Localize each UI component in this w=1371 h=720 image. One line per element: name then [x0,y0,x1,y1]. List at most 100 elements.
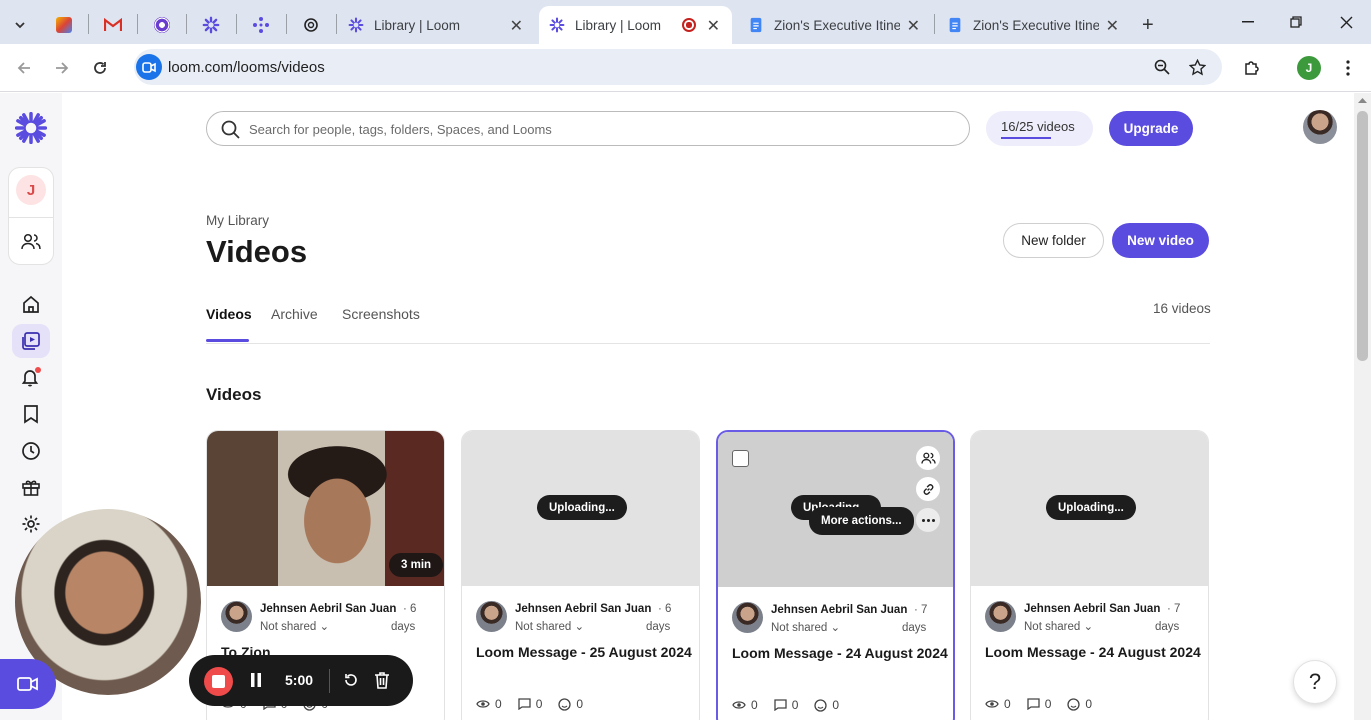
sharing-status[interactable]: Not shared ⌄ [771,620,840,634]
video-card[interactable]: Uploading... Jehnsen Aebril San Juan · 7… [970,430,1209,720]
restore-button[interactable] [1284,8,1308,36]
video-quota-badge[interactable]: 16/25 videos [986,111,1093,146]
tab-title: Library | Loom [374,17,461,33]
user-avatar[interactable] [1303,110,1337,144]
profile-initial: J [1305,61,1313,75]
close-window-button[interactable] [1334,8,1358,36]
tab-zion-itinerary-1[interactable]: Zion's Executive Itiner ✕ [738,6,932,44]
pinned-tab-1[interactable] [48,6,80,44]
close-tab-icon[interactable]: ✕ [907,16,920,36]
tab-videos[interactable]: Videos [206,306,252,322]
uploading-text: Uploading... [549,501,615,514]
tab-zion-itinerary-2[interactable]: Zion's Executive Itiner ✕ [937,6,1131,44]
close-tab-icon[interactable]: ✕ [1106,16,1119,36]
extensions-button[interactable] [1240,56,1264,80]
restore-icon [1290,16,1302,28]
comment-count: 0 [774,698,798,712]
video-thumbnail[interactable]: Uploading... [462,431,699,586]
sidebar-item-library[interactable] [12,324,50,358]
active-tab-indicator [206,339,249,342]
help-button[interactable]: ? [1293,660,1337,704]
breadcrumb[interactable]: My Library [206,213,269,228]
new-tab-button[interactable]: + [1142,6,1154,44]
upgrade-button[interactable]: Upgrade [1109,111,1193,146]
tab-search-menu-button[interactable] [4,6,36,44]
browser-menu-button[interactable] [1336,56,1360,80]
new-video-button[interactable]: New video [1112,223,1209,258]
delete-recording-button[interactable] [373,670,391,690]
link-icon [923,483,933,495]
pinned-tab-3[interactable] [146,6,178,44]
video-title[interactable]: Loom Message - 24 August 2024 [985,644,1201,660]
page-scrollbar[interactable] [1354,93,1371,720]
workspace-avatar[interactable]: J [16,175,46,205]
new-folder-button[interactable]: New folder [1003,223,1104,258]
bookmark-star-icon[interactable] [1187,57,1207,77]
comment-count: 0 [1027,697,1051,711]
video-card[interactable]: Uploading... Jehnsen Aebril San Juan · 6… [461,430,700,720]
zoom-icon[interactable] [1152,57,1172,77]
upload-age: · 6 [658,603,672,615]
profile-avatar[interactable]: J [1297,56,1321,80]
sidebar-item-gifts[interactable] [12,470,50,504]
chevron-down-icon: ⌄ [1083,621,1094,633]
members-button[interactable] [19,230,43,254]
select-checkbox[interactable] [732,450,749,467]
tab-library-loom-1[interactable]: Library | Loom ✕ [338,6,535,44]
minimize-button[interactable] [1236,8,1260,36]
restart-button[interactable] [342,671,360,689]
more-actions-button[interactable] [916,508,940,532]
duration-text: 3 min [401,559,432,571]
divider [9,217,53,218]
new-video-label: New video [1127,233,1194,248]
tab-archive[interactable]: Archive [271,306,318,322]
video-thumbnail[interactable]: Uploading... More actions... [718,432,953,587]
chevron-down-icon: ⌄ [830,622,841,634]
pinned-tab-loom[interactable] [195,6,227,44]
arrow-right-icon [56,62,69,74]
chevron-down-icon: ⌄ [319,621,330,633]
pinned-tab-gmail[interactable] [97,6,129,44]
tab-library-loom-2[interactable]: Library | Loom ✕ [539,6,732,44]
sidebar-item-notifications[interactable] [12,360,50,394]
gmail-icon [104,18,122,31]
address-bar[interactable]: loom.com/looms/videos [134,49,1222,85]
stop-recording-button[interactable] [204,667,233,696]
quota-text: 16/25 videos [1001,119,1075,134]
url-text: loom.com/looms/videos [168,59,325,76]
views-value: 0 [1004,697,1011,711]
sharing-status-text: Not shared [260,621,317,633]
library-icon [22,332,40,350]
sharing-status[interactable]: Not shared ⌄ [515,619,584,633]
smile-icon [558,697,572,711]
gift-icon [22,480,40,496]
sharing-status[interactable]: Not shared ⌄ [260,619,329,633]
video-card-hovered[interactable]: Uploading... More actions... Jehnsen Aeb… [716,430,955,720]
sidebar-item-history[interactable] [12,434,50,468]
pinned-tab-5[interactable] [245,6,277,44]
pinned-tab-chatgpt[interactable] [295,6,327,44]
camera-toggle-button[interactable] [0,659,56,709]
search-input[interactable]: Search for people, tags, folders, Spaces… [206,111,970,146]
scroll-up-icon[interactable] [1358,97,1367,103]
docs-icon [750,17,762,33]
video-title[interactable]: Loom Message - 25 August 2024 [476,644,692,660]
tab-screenshots[interactable]: Screenshots [342,306,420,322]
close-tab-icon[interactable]: ✕ [510,16,523,36]
sidebar-item-home[interactable] [12,287,50,321]
copy-link-button[interactable] [916,477,940,501]
video-thumbnail[interactable]: Uploading... [971,431,1208,586]
site-info-icon[interactable] [136,54,162,80]
forward-button[interactable] [50,56,74,80]
video-title[interactable]: Loom Message - 24 August 2024 [732,645,948,661]
pause-button[interactable] [247,671,265,689]
back-button[interactable] [12,56,36,80]
sidebar-item-watch-later[interactable] [12,397,50,431]
loom-logo[interactable] [12,110,50,146]
sharing-status[interactable]: Not shared ⌄ [1024,619,1093,633]
reload-button[interactable] [88,56,112,80]
scrollbar-thumb[interactable] [1357,111,1368,361]
share-people-button[interactable] [916,446,940,470]
video-thumbnail[interactable]: 3 min [207,431,444,586]
close-tab-icon[interactable]: ✕ [707,16,720,36]
